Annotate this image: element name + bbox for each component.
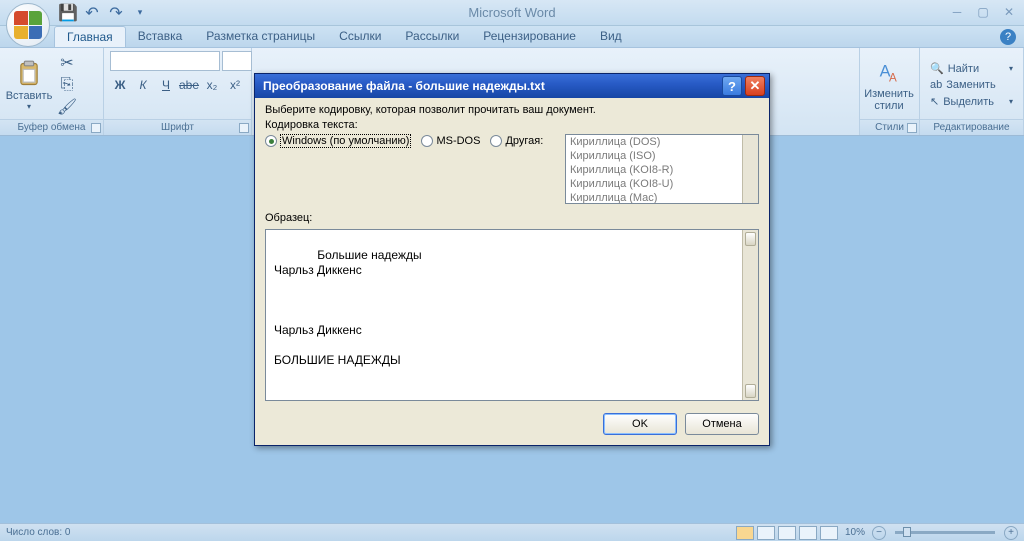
radio-icon — [490, 135, 502, 147]
group-styles: AA Изменить стили Стили — [860, 48, 920, 135]
enc-item[interactable]: Кириллица (KOI8-R) — [566, 163, 758, 177]
zoom-slider[interactable] — [895, 531, 995, 534]
replace-button[interactable]: abЗаменить — [926, 78, 1017, 92]
radio-icon — [265, 135, 277, 147]
format-painter-icon[interactable]: 🖌 — [56, 97, 78, 117]
app-title: Microsoft Word — [0, 5, 1024, 20]
close-button[interactable]: ✕ — [1000, 4, 1018, 20]
group-font: Ж К Ч abe x₂ x² Шрифт — [104, 48, 252, 135]
binoculars-icon: 🔍 — [930, 62, 944, 75]
cursor-icon: ↖ — [930, 95, 939, 108]
dialog-titlebar[interactable]: Преобразование файла - большие надежды.t… — [255, 74, 769, 98]
view-print-layout[interactable] — [736, 526, 754, 540]
tab-insert[interactable]: Вставка — [126, 26, 195, 47]
zoom-out-button[interactable]: − — [872, 526, 886, 540]
tab-references[interactable]: Ссылки — [327, 26, 393, 47]
chevron-down-icon: ▾ — [27, 102, 31, 111]
select-button[interactable]: ↖Выделить▾ — [926, 94, 1017, 109]
styles-icon: AA — [875, 58, 903, 86]
view-draft[interactable] — [820, 526, 838, 540]
clipboard-group-label: Буфер обмена — [0, 119, 103, 135]
preview-box: Большие надежды Чарльз Диккенс Чарльз Ди… — [265, 229, 759, 401]
radio-msdos[interactable]: MS-DOS — [421, 135, 480, 147]
tab-mailings[interactable]: Рассылки — [393, 26, 471, 47]
view-full-screen[interactable] — [757, 526, 775, 540]
superscript-button[interactable]: x² — [225, 75, 245, 95]
zoom-thumb[interactable] — [903, 527, 911, 537]
undo-icon[interactable]: ↶ — [82, 3, 102, 23]
bold-button[interactable]: Ж — [110, 75, 130, 95]
maximize-button[interactable]: ▢ — [974, 4, 992, 20]
clipboard-launcher[interactable] — [91, 123, 101, 133]
office-logo-icon — [14, 11, 42, 39]
replace-icon: ab — [930, 79, 942, 91]
clipboard-icon — [15, 60, 43, 88]
underline-button[interactable]: Ч — [156, 75, 176, 95]
scrollbar[interactable] — [742, 135, 758, 203]
zoom-in-button[interactable]: + — [1004, 526, 1018, 540]
font-family-combo[interactable] — [110, 51, 220, 71]
tab-page-layout[interactable]: Разметка страницы — [194, 26, 327, 47]
scrollbar[interactable] — [742, 230, 758, 400]
tab-review[interactable]: Рецензирование — [471, 26, 588, 47]
qat-dropdown-icon[interactable]: ▾ — [130, 3, 150, 23]
svg-text:A: A — [889, 71, 897, 84]
font-group-label: Шрифт — [104, 119, 251, 135]
minimize-button[interactable]: ─ — [948, 4, 966, 20]
redo-icon[interactable]: ↷ — [106, 3, 126, 23]
titlebar: 💾 ↶ ↷ ▾ Microsoft Word ─ ▢ ✕ — [0, 0, 1024, 26]
paste-label: Вставить — [6, 90, 53, 102]
preview-text: Большие надежды Чарльз Диккенс Чарльз Ди… — [274, 248, 422, 367]
save-icon[interactable]: 💾 — [58, 3, 78, 23]
editing-group-label: Редактирование — [920, 119, 1023, 135]
radio-windows[interactable]: Windows (по умолчанию) — [265, 134, 411, 148]
help-icon[interactable]: ? — [1000, 29, 1016, 45]
ok-button[interactable]: OK — [603, 413, 677, 435]
change-styles-label: Изменить стили — [864, 88, 914, 112]
tab-view[interactable]: Вид — [588, 26, 634, 47]
subscript-button[interactable]: x₂ — [202, 75, 222, 95]
preview-label: Образец: — [265, 212, 759, 224]
font-launcher[interactable] — [239, 123, 249, 133]
cut-icon[interactable]: ✂ — [56, 53, 78, 73]
office-button[interactable] — [6, 3, 50, 47]
word-count[interactable]: Число слов: 0 — [6, 527, 70, 538]
encoding-list[interactable]: Кириллица (DOS) Кириллица (ISO) Кириллиц… — [565, 134, 759, 204]
find-button[interactable]: 🔍Найти▾ — [926, 61, 1017, 76]
paste-button[interactable]: Вставить ▾ — [6, 53, 52, 117]
dialog-title: Преобразование файла - большие надежды.t… — [259, 79, 719, 93]
statusbar: Число слов: 0 10% − + — [0, 523, 1024, 541]
radio-other[interactable]: Другая: — [490, 135, 543, 147]
enc-item[interactable]: Кириллица (KOI8-U) — [566, 177, 758, 191]
change-styles-button[interactable]: AA Изменить стили — [866, 53, 912, 117]
file-conversion-dialog: Преобразование файла - большие надежды.t… — [254, 73, 770, 446]
tab-home[interactable]: Главная — [54, 26, 126, 47]
group-editing: 🔍Найти▾ abЗаменить ↖Выделить▾ Редактиров… — [920, 48, 1024, 135]
enc-item[interactable]: Кириллица (ISO) — [566, 149, 758, 163]
quick-access-toolbar: 💾 ↶ ↷ ▾ — [58, 3, 150, 23]
ribbon-tabs: Главная Вставка Разметка страницы Ссылки… — [0, 26, 1024, 48]
dialog-instruction: Выберите кодировку, которая позволит про… — [265, 104, 759, 116]
dialog-help-button[interactable]: ? — [722, 76, 742, 96]
cancel-button[interactable]: Отмена — [685, 413, 759, 435]
italic-button[interactable]: К — [133, 75, 153, 95]
styles-launcher[interactable] — [907, 123, 917, 133]
zoom-label[interactable]: 10% — [845, 527, 865, 538]
strike-button[interactable]: abe — [179, 75, 199, 95]
enc-item[interactable]: Кириллица (Mac) — [566, 191, 758, 204]
encoding-label: Кодировка текста: — [265, 119, 759, 131]
dialog-close-button[interactable]: ✕ — [745, 76, 765, 96]
group-clipboard: Вставить ▾ ✂ ⎘ 🖌 Буфер обмена — [0, 48, 104, 135]
styles-group-label: Стили — [860, 119, 919, 135]
view-web-layout[interactable] — [778, 526, 796, 540]
font-size-combo[interactable] — [222, 51, 252, 71]
view-outline[interactable] — [799, 526, 817, 540]
enc-item[interactable]: Кириллица (DOS) — [566, 135, 758, 149]
radio-icon — [421, 135, 433, 147]
copy-icon[interactable]: ⎘ — [56, 75, 78, 95]
